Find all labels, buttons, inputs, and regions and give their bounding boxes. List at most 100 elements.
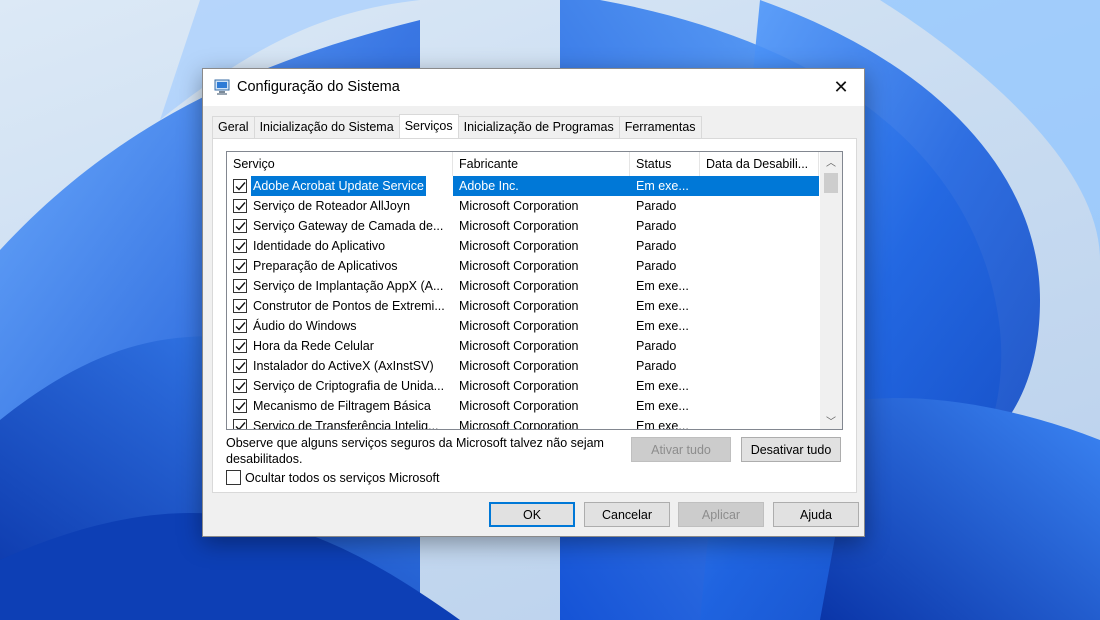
service-row[interactable]: Adobe Acrobat Update Service Adobe Inc. Em…	[227, 176, 819, 196]
service-checkbox[interactable]	[233, 239, 247, 253]
service-checkbox[interactable]	[233, 359, 247, 373]
service-status: Em exe...	[636, 419, 689, 430]
service-name: Áudio do Windows	[253, 319, 357, 333]
service-manufacturer: Microsoft Corporation	[459, 319, 579, 333]
tab-services[interactable]: Serviços	[398, 114, 459, 138]
cancel-button[interactable]: Cancelar	[584, 502, 670, 527]
service-disabled-date	[700, 336, 819, 356]
service-row[interactable]: Serviço de Implantação AppX (A... Microso…	[227, 276, 819, 296]
apply-button[interactable]: Aplicar	[678, 502, 764, 527]
service-disabled-date	[700, 296, 819, 316]
tab-tools[interactable]: Ferramentas	[618, 116, 702, 138]
tab-general[interactable]: Geral	[212, 116, 255, 138]
service-row[interactable]: Serviço de Transferência Intelig... Micro…	[227, 416, 819, 430]
service-name: Preparação de Aplicativos	[253, 259, 398, 273]
hide-ms-services-option[interactable]: Ocultar todos os serviços Microsoft	[226, 470, 440, 485]
service-name: Hora da Rede Celular	[253, 339, 374, 353]
service-name-cell: Áudio do Windows	[227, 316, 453, 336]
service-manufacturer: Adobe Inc.	[453, 176, 630, 196]
service-manufacturer: Microsoft Corporation	[459, 239, 579, 253]
disable-all-button[interactable]: Desativar tudo	[741, 437, 841, 462]
service-status: Em exe...	[636, 279, 689, 293]
column-header-status[interactable]: Status	[630, 152, 700, 176]
service-row[interactable]: Preparação de Aplicativos Microsoft Corpo…	[227, 256, 819, 276]
service-name-cell: Serviço de Implantação AppX (A...	[227, 276, 453, 296]
service-row[interactable]: Mecanismo de Filtragem Básica Microsoft C…	[227, 396, 819, 416]
system-configuration-dialog: Configuração do Sistema ✕ Geral Iniciali…	[202, 68, 865, 537]
service-checkbox[interactable]	[233, 379, 247, 393]
service-status: Em exe...	[636, 399, 689, 413]
column-header-service[interactable]: Serviço	[227, 152, 453, 176]
service-status: Parado	[636, 259, 677, 273]
service-row[interactable]: Instalador do ActiveX (AxInstSV) Microsof…	[227, 356, 819, 376]
service-name-cell: Preparação de Aplicativos	[227, 256, 453, 276]
enable-all-button[interactable]: Ativar tudo	[631, 437, 731, 462]
service-row[interactable]: Hora da Rede Celular Microsoft Corporatio…	[227, 336, 819, 356]
services-list[interactable]: Serviço Fabricante Status Data da Desabi…	[226, 151, 843, 430]
service-disabled-date	[700, 176, 819, 196]
column-header-date-disabled[interactable]: Data da Desabili...	[700, 152, 819, 176]
service-status: Parado	[636, 199, 677, 213]
service-checkbox[interactable]	[233, 319, 247, 333]
tab-boot[interactable]: Inicialização do Sistema	[253, 116, 400, 138]
service-name: Serviço de Roteador AllJoyn	[253, 199, 411, 213]
service-row[interactable]: Identidade do Aplicativo Microsoft Corpor…	[227, 236, 819, 256]
service-row[interactable]: Serviço de Roteador AllJoyn Microsoft Cor…	[227, 196, 819, 216]
checkmark-icon	[235, 342, 246, 351]
service-checkbox[interactable]	[233, 179, 247, 193]
tab-startup[interactable]: Inicialização de Programas	[457, 116, 620, 138]
service-disabled-date	[700, 356, 819, 376]
msconfig-computer-icon	[214, 79, 230, 95]
service-checkbox[interactable]	[233, 219, 247, 233]
scrollbar-thumb[interactable]	[824, 173, 838, 193]
service-checkbox[interactable]	[233, 419, 247, 429]
service-checkbox[interactable]	[233, 399, 247, 413]
checkmark-icon	[235, 202, 246, 211]
help-button[interactable]: Ajuda	[773, 502, 859, 527]
service-manufacturer: Microsoft Corporation	[459, 259, 579, 273]
service-status: Em exe...	[630, 176, 700, 196]
scroll-down-icon[interactable]: ﹀	[820, 411, 842, 429]
service-disabled-date	[700, 276, 819, 296]
service-status: Em exe...	[636, 379, 689, 393]
service-name-cell: Serviço de Roteador AllJoyn	[227, 196, 453, 216]
scroll-up-icon[interactable]: ︿	[820, 152, 842, 170]
service-manufacturer: Microsoft Corporation	[459, 219, 579, 233]
service-name-cell: Serviço de Criptografia de Unida...	[227, 376, 453, 396]
ok-button[interactable]: OK	[489, 502, 575, 527]
service-name: Serviço Gateway de Camada de...	[253, 219, 444, 233]
service-checkbox[interactable]	[233, 279, 247, 293]
service-checkbox[interactable]	[233, 259, 247, 273]
service-status: Parado	[636, 219, 677, 233]
tab-strip: Geral Inicialização do Sistema Serviços …	[212, 114, 702, 138]
service-name-cell: Identidade do Aplicativo	[227, 236, 453, 256]
window-title: Configuração do Sistema	[237, 79, 400, 95]
service-status: Parado	[636, 339, 677, 353]
service-name-cell: Instalador do ActiveX (AxInstSV)	[227, 356, 453, 376]
service-manufacturer: Microsoft Corporation	[459, 339, 579, 353]
checkmark-icon	[235, 282, 246, 291]
service-manufacturer: Microsoft Corporation	[459, 419, 579, 430]
column-header-manufacturer[interactable]: Fabricante	[453, 152, 630, 176]
hide-ms-services-checkbox[interactable]	[226, 470, 241, 485]
title-bar[interactable]: Configuração do Sistema ✕	[203, 69, 864, 106]
close-button[interactable]: ✕	[818, 69, 864, 106]
service-checkbox[interactable]	[233, 339, 247, 353]
service-status: Parado	[636, 239, 677, 253]
vertical-scrollbar[interactable]: ︿ ﹀	[820, 152, 842, 429]
service-name-cell: Serviço de Transferência Intelig...	[227, 416, 453, 429]
service-disabled-date	[700, 416, 819, 429]
service-row[interactable]: Áudio do Windows Microsoft Corporation Em …	[227, 316, 819, 336]
service-name: Adobe Acrobat Update Service	[251, 176, 426, 196]
service-checkbox[interactable]	[233, 299, 247, 313]
checkmark-icon	[235, 402, 246, 411]
service-disabled-date	[700, 316, 819, 336]
service-row[interactable]: Serviço de Criptografia de Unida... Micro…	[227, 376, 819, 396]
service-row[interactable]: Construtor de Pontos de Extremi... Micros…	[227, 296, 819, 316]
service-name-cell: Serviço Gateway de Camada de...	[227, 216, 453, 236]
service-row[interactable]: Serviço Gateway de Camada de... Microsoft…	[227, 216, 819, 236]
checkmark-icon	[235, 422, 246, 429]
service-checkbox[interactable]	[233, 199, 247, 213]
checkmark-icon	[235, 362, 246, 371]
service-status: Parado	[636, 359, 677, 373]
